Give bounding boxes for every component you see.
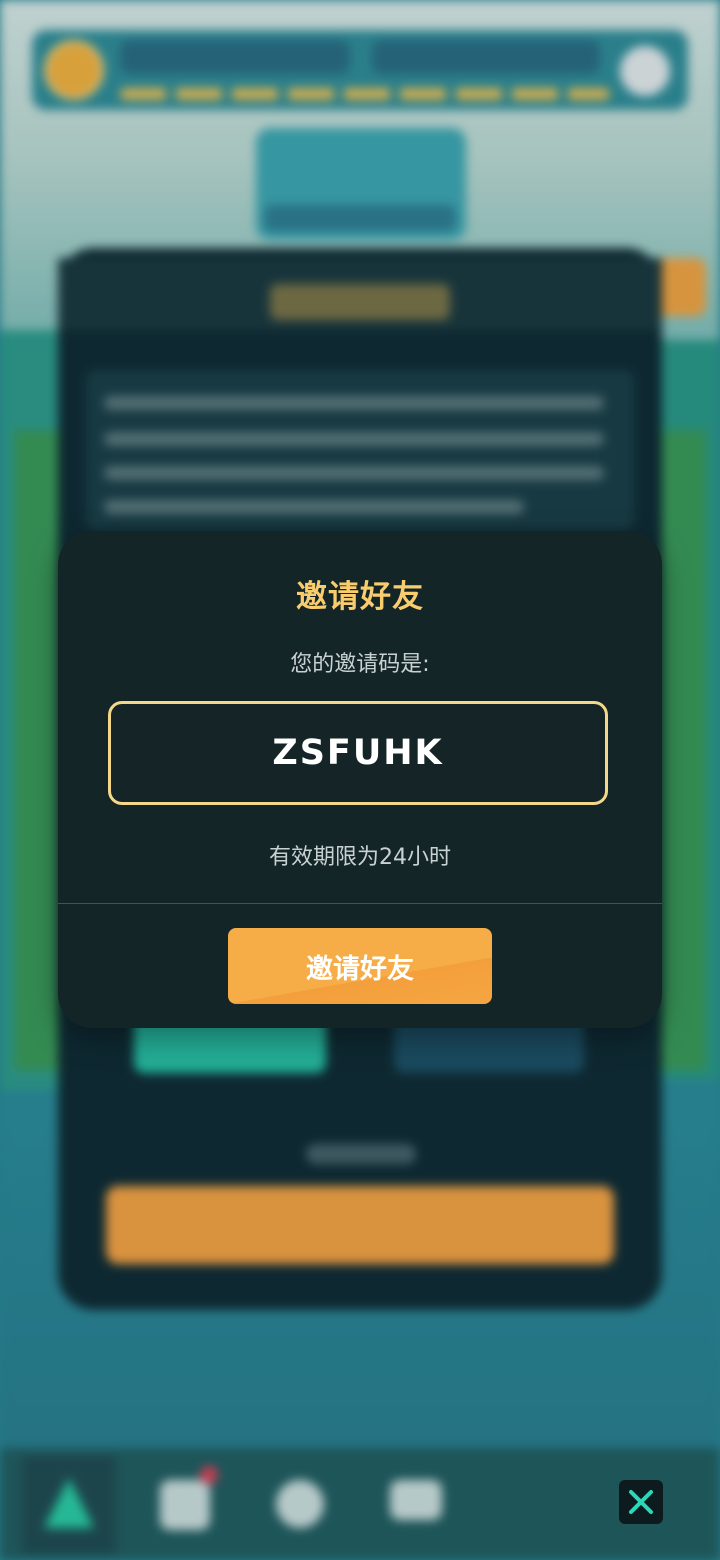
invite-code[interactable]: ZSFUHK — [272, 733, 443, 773]
invite-friend-button-label: 邀请好友 — [306, 953, 414, 985]
close-button[interactable] — [619, 1480, 663, 1524]
validity-text: 有效期限为24小时 — [269, 845, 451, 870]
invite-friend-button[interactable]: 邀请好友 — [228, 928, 492, 1004]
invite-modal: 邀请好友 您的邀请码是: ZSFUHK 有效期限为24小时 邀请好友 — [58, 531, 662, 1028]
divider — [58, 903, 662, 904]
modal-title: 邀请好友 — [296, 579, 424, 615]
close-icon — [629, 1490, 653, 1514]
invite-code-box[interactable]: ZSFUHK — [108, 701, 608, 805]
invite-code-label: 您的邀请码是: — [290, 652, 430, 677]
